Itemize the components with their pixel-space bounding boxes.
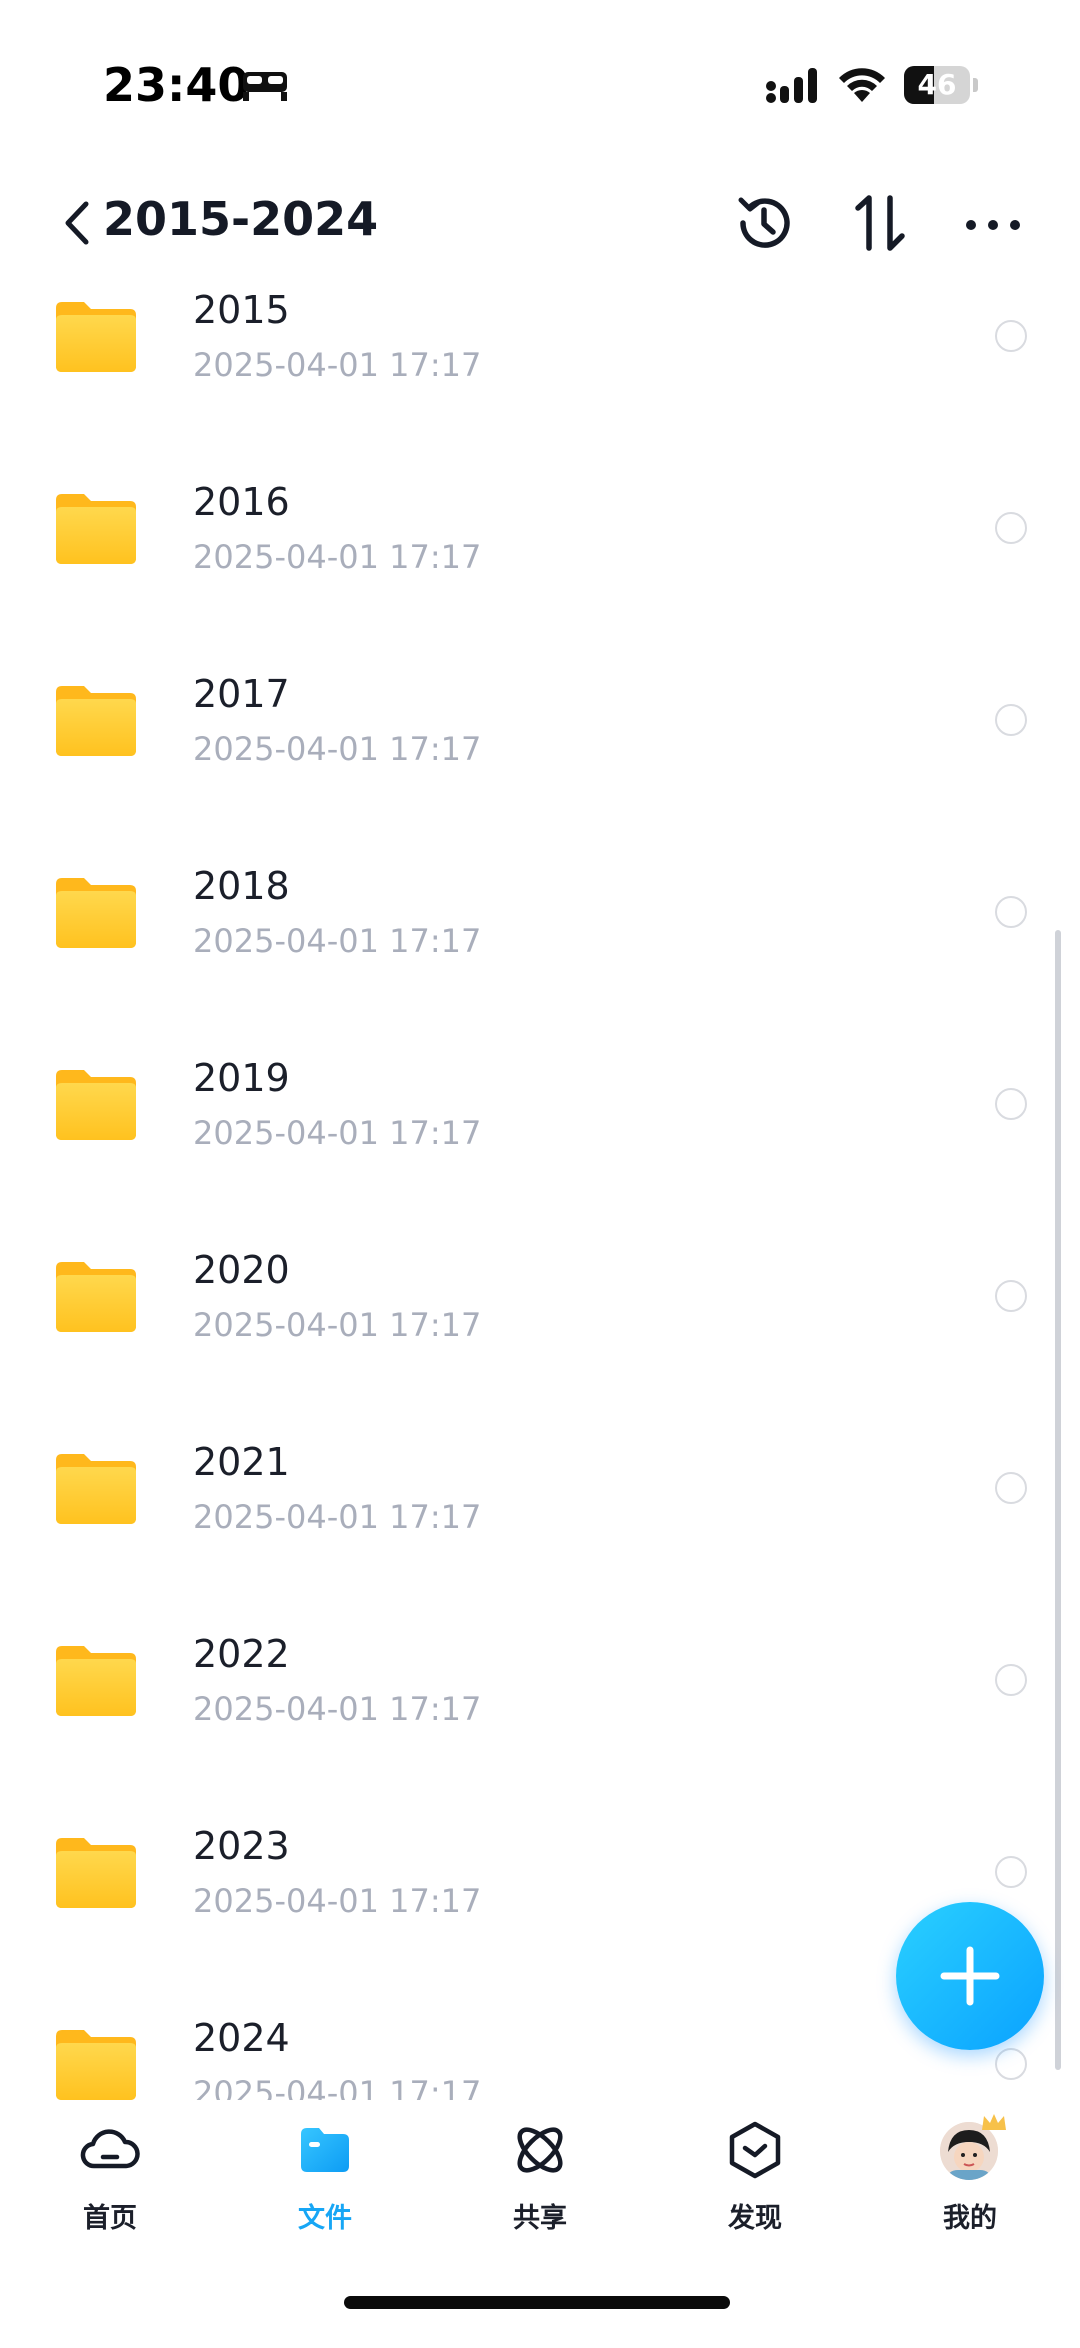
nav-profile[interactable]: 我的 — [900, 2114, 1040, 2240]
folder-modified-date: 2025-04-01 17:17 — [193, 1690, 482, 1728]
add-button[interactable] — [896, 1902, 1044, 2050]
discover-box-icon — [729, 2121, 781, 2179]
folder-row[interactable]: 2024 2025-04-01 17:17 — [0, 2016, 1040, 2100]
folder-name: 2019 — [193, 1056, 290, 1100]
more-options-icon[interactable] — [964, 210, 1022, 240]
folder-icon — [301, 2128, 349, 2172]
select-radio[interactable] — [995, 1664, 1027, 1696]
folder-name: 2016 — [193, 480, 290, 524]
folder-icon — [56, 1838, 136, 1908]
select-radio[interactable] — [995, 1280, 1027, 1312]
folder-icon — [56, 1646, 136, 1716]
bed-icon — [243, 72, 287, 101]
folder-row[interactable]: 2019 2025-04-01 17:17 — [0, 1056, 1040, 1254]
file-list: 2015 2025-04-01 17:17 2016 2025-04-01 17:17… — [0, 290, 1080, 2100]
status-bar: 23:40 46 — [0, 0, 1080, 170]
folder-name: 2023 — [193, 1824, 290, 1868]
nav-share[interactable]: 共享 — [470, 2120, 610, 2240]
folder-icon — [56, 878, 136, 948]
folder-modified-date: 2025-04-01 17:17 — [193, 346, 482, 384]
orbit-icon — [517, 2127, 563, 2173]
nav-files[interactable]: 文件 — [255, 2120, 395, 2240]
folder-name: 2017 — [193, 672, 290, 716]
nav-discover-label: 发现 — [728, 2203, 782, 2234]
history-icon[interactable] — [733, 192, 795, 254]
page-title: 2015-2024 — [103, 192, 379, 246]
nav-profile-label: 我的 — [943, 2203, 997, 2234]
folder-modified-date: 2025-04-01 17:17 — [193, 1306, 482, 1344]
bottom-navigation: 首页 文件 共享 发现 我的 — [0, 2100, 1080, 2348]
battery-percent: 46 — [917, 68, 957, 101]
folder-name: 2022 — [193, 1632, 290, 1676]
cellular-signal-icon — [766, 68, 817, 103]
folder-row[interactable]: 2022 2025-04-01 17:17 — [0, 1632, 1040, 1830]
home-indicator — [344, 2296, 730, 2309]
folder-modified-date: 2025-04-01 17:17 — [193, 1114, 482, 1152]
select-radio[interactable] — [995, 896, 1027, 928]
folder-modified-date: 2025-04-01 17:17 — [193, 1498, 482, 1536]
cloud-icon — [80, 2129, 140, 2169]
sort-icon[interactable] — [850, 192, 910, 254]
folder-row[interactable]: 2017 2025-04-01 17:17 — [0, 672, 1040, 870]
folder-name: 2020 — [193, 1248, 290, 1292]
select-radio[interactable] — [995, 704, 1027, 736]
folder-icon — [56, 686, 136, 756]
folder-row[interactable]: 2020 2025-04-01 17:17 — [0, 1248, 1040, 1446]
folder-icon — [56, 1454, 136, 1524]
wifi-icon — [839, 68, 885, 102]
folder-name: 2015 — [193, 290, 290, 332]
select-radio[interactable] — [995, 320, 1027, 352]
folder-icon — [56, 1070, 136, 1140]
navigation-header: 2015-2024 — [0, 170, 1080, 290]
select-radio[interactable] — [995, 512, 1027, 544]
folder-icon — [56, 1262, 136, 1332]
folder-row[interactable]: 2016 2025-04-01 17:17 — [0, 480, 1040, 678]
nav-discover[interactable]: 发现 — [685, 2120, 825, 2240]
folder-name: 2018 — [193, 864, 290, 908]
nav-share-label: 共享 — [513, 2203, 567, 2234]
nav-files-label: 文件 — [298, 2203, 352, 2234]
folder-name: 2021 — [193, 1440, 290, 1484]
battery-indicator: 46 — [904, 66, 978, 104]
folder-icon — [56, 494, 136, 564]
folder-row[interactable]: 2015 2025-04-01 17:17 — [0, 290, 1040, 486]
nav-home[interactable]: 首页 — [40, 2120, 180, 2240]
plus-icon — [940, 1946, 1000, 2006]
folder-name: 2024 — [193, 2016, 290, 2060]
folder-row[interactable]: 2018 2025-04-01 17:17 — [0, 864, 1040, 1062]
select-radio[interactable] — [995, 2048, 1027, 2080]
folder-modified-date: 2025-04-01 17:17 — [193, 2074, 482, 2100]
select-radio[interactable] — [995, 1088, 1027, 1120]
folder-modified-date: 2025-04-01 17:17 — [193, 538, 482, 576]
nav-home-label: 首页 — [83, 2203, 137, 2234]
folder-modified-date: 2025-04-01 17:17 — [193, 1882, 482, 1920]
scrollbar[interactable] — [1055, 930, 1061, 2070]
folder-icon — [56, 2030, 136, 2100]
folder-modified-date: 2025-04-01 17:17 — [193, 730, 482, 768]
select-radio[interactable] — [995, 1472, 1027, 1504]
folder-icon — [56, 302, 136, 372]
status-time: 23:40 — [103, 58, 250, 112]
back-chevron-icon[interactable] — [58, 198, 98, 248]
folder-modified-date: 2025-04-01 17:17 — [193, 922, 482, 960]
folder-row[interactable]: 2023 2025-04-01 17:17 — [0, 1824, 1040, 2022]
select-radio[interactable] — [995, 1856, 1027, 1888]
folder-row[interactable]: 2021 2025-04-01 17:17 — [0, 1440, 1040, 1638]
crown-icon — [982, 2114, 1006, 2130]
